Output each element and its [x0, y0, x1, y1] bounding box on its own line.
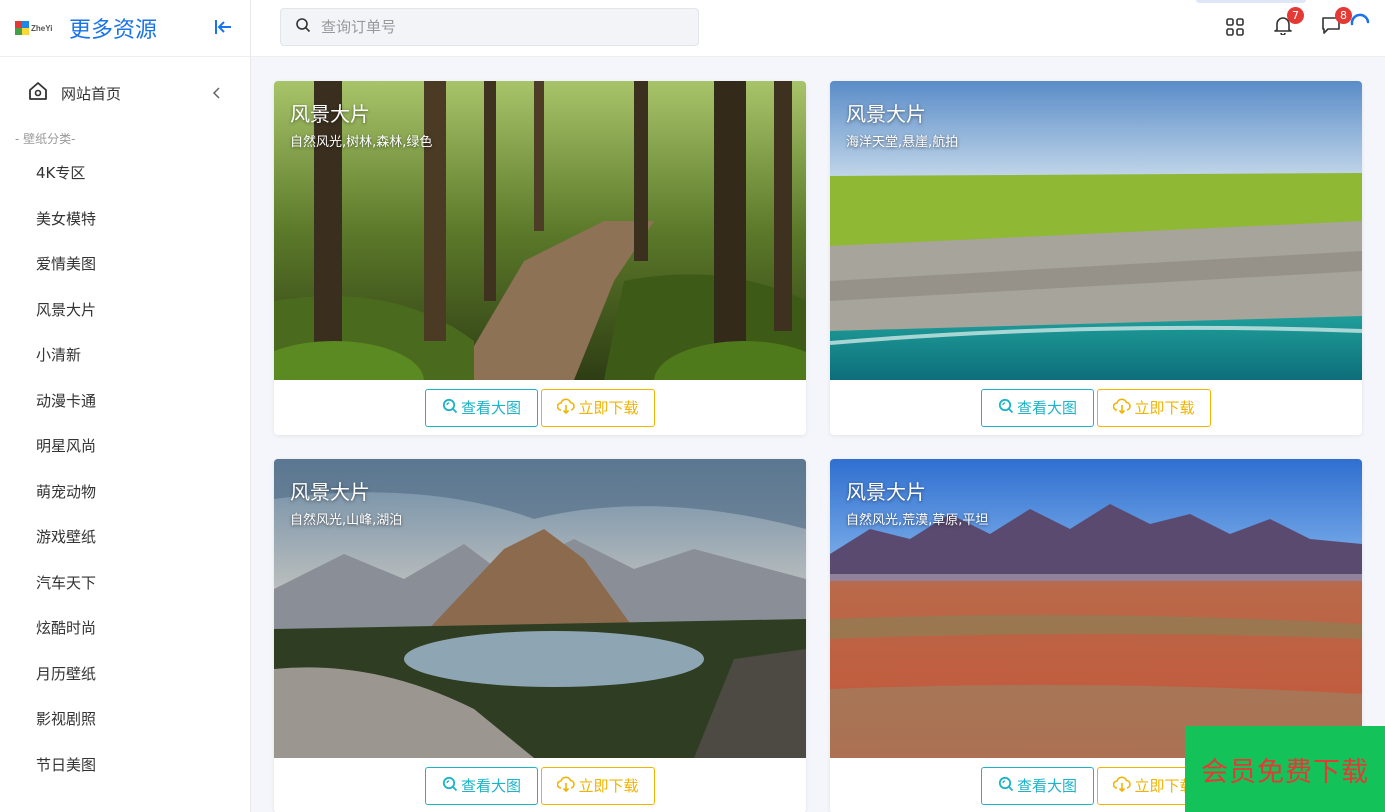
view-large-label: 查看大图: [460, 777, 521, 795]
wallpaper-card: 风景大片 自然风光,山峰,湖泊 查看大图 立即下载: [274, 459, 806, 812]
view-large-button[interactable]: 查看大图: [425, 388, 538, 427]
view-large-button[interactable]: 查看大图: [981, 766, 1094, 805]
card-title: 风景大片: [290, 102, 370, 126]
logo[interactable]: ZheYi: [15, 18, 59, 38]
card-title: 风景大片: [290, 480, 370, 504]
card-title: 风景大片: [846, 102, 926, 126]
download-button[interactable]: 立即下载: [541, 388, 655, 427]
sidebar-item-label: 网站首页: [61, 84, 122, 103]
topbar: 7 8: [251, 0, 1385, 57]
home-icon: [27, 80, 49, 106]
card-actions: 查看大图 立即下载: [274, 758, 806, 812]
chevron-left-icon[interactable]: [212, 85, 222, 104]
sidebar-item-category[interactable]: 风景大片: [0, 288, 250, 334]
wallpaper-image[interactable]: 风景大片 自然风光,山峰,湖泊: [274, 459, 806, 758]
collapse-sidebar-icon[interactable]: [212, 16, 234, 38]
view-large-button[interactable]: 查看大图: [425, 766, 538, 805]
view-large-label: 查看大图: [1016, 777, 1077, 795]
download-label: 立即下载: [1134, 399, 1195, 417]
search-box[interactable]: [280, 8, 699, 46]
cloud-download-icon: [557, 776, 576, 796]
search-input[interactable]: [321, 18, 681, 36]
card-actions: 查看大图 立即下载: [274, 380, 806, 435]
wallpaper-image[interactable]: 风景大片 海洋天堂,悬崖,航拍: [830, 81, 1362, 380]
top-accent-bar: [1196, 0, 1306, 3]
view-large-label: 查看大图: [460, 399, 521, 417]
zoom-search-icon: [998, 398, 1014, 418]
card-tags: 自然风光,树林,森林,绿色: [290, 135, 433, 150]
cloud-download-icon: [1113, 776, 1132, 796]
sidebar-item-category[interactable]: 汽车天下: [0, 561, 250, 607]
sidebar-item-category[interactable]: 游戏壁纸: [0, 515, 250, 561]
messages-button[interactable]: 8: [1318, 7, 1352, 40]
download-label: 立即下载: [578, 777, 639, 795]
wallpaper-image[interactable]: 风景大片 自然风光,树林,森林,绿色: [274, 81, 806, 380]
zoom-search-icon: [442, 398, 458, 418]
wallpaper-card: 风景大片 海洋天堂,悬崖,航拍 查看大图 立即下载: [830, 81, 1362, 435]
wallpaper-grid: 风景大片 自然风光,树林,森林,绿色 查看大图 立即下载 风景大片 海洋天堂,悬…: [251, 57, 1385, 812]
download-button[interactable]: 立即下载: [541, 766, 655, 805]
sidebar-item-category[interactable]: 小清新: [0, 333, 250, 379]
download-label: 立即下载: [578, 399, 639, 417]
sidebar-item-category[interactable]: 影视剧照: [0, 697, 250, 743]
brand-header: ZheYi 更多资源: [0, 0, 250, 57]
card-title: 风景大片: [846, 480, 926, 504]
sidebar-item-category[interactable]: 炫酷时尚: [0, 606, 250, 652]
card-actions: 查看大图 立即下载: [830, 380, 1362, 435]
sidebar-item-category[interactable]: 萌宠动物: [0, 470, 250, 516]
view-large-label: 查看大图: [1016, 399, 1077, 417]
section-title: - 壁纸分类-: [15, 132, 76, 146]
sidebar-item-category[interactable]: 爱情美图: [0, 242, 250, 288]
sidebar-item-category[interactable]: 节日美图: [0, 743, 250, 789]
wallpaper-card: 风景大片 自然风光,树林,森林,绿色 查看大图 立即下载: [274, 81, 806, 435]
sidebar-item-category[interactable]: 美女模特: [0, 197, 250, 243]
sidebar-item-home[interactable]: 网站首页: [0, 57, 250, 129]
sidebar-item-category[interactable]: 明星风尚: [0, 424, 250, 470]
zoom-search-icon: [442, 776, 458, 796]
notifications-button[interactable]: 7: [1270, 7, 1304, 40]
search-icon: [295, 17, 311, 37]
apps-grid-icon[interactable]: [1222, 14, 1248, 40]
logo-text: ZheYi: [31, 23, 53, 33]
notifications-badge: 7: [1287, 7, 1304, 24]
cloud-download-icon: [557, 398, 576, 418]
member-free-download-button[interactable]: 会员免费下载: [1185, 726, 1385, 812]
loading-spinner-icon: [1349, 12, 1371, 34]
card-tags: 自然风光,荒漠,草原,平坦: [846, 513, 989, 528]
card-tags: 海洋天堂,悬崖,航拍: [846, 135, 959, 150]
sidebar: ZheYi 更多资源 网站首页 - 壁纸分类- 4K专区 美女模特 爱情美图 风…: [0, 0, 251, 812]
sidebar-item-category[interactable]: 动漫卡通: [0, 379, 250, 425]
sidebar-item-category[interactable]: 4K专区: [0, 151, 250, 197]
wallpaper-image[interactable]: 风景大片 自然风光,荒漠,草原,平坦: [830, 459, 1362, 758]
view-large-button[interactable]: 查看大图: [981, 388, 1094, 427]
zoom-search-icon: [998, 776, 1014, 796]
cloud-download-icon: [1113, 398, 1132, 418]
logo-mark-icon: [15, 21, 29, 35]
site-title[interactable]: 更多资源: [69, 12, 157, 44]
download-button[interactable]: 立即下载: [1097, 388, 1211, 427]
sidebar-item-category[interactable]: 月历壁纸: [0, 652, 250, 698]
category-list: 4K专区 美女模特 爱情美图 风景大片 小清新 动漫卡通 明星风尚 萌宠动物 游…: [0, 151, 250, 788]
card-tags: 自然风光,山峰,湖泊: [290, 513, 403, 528]
